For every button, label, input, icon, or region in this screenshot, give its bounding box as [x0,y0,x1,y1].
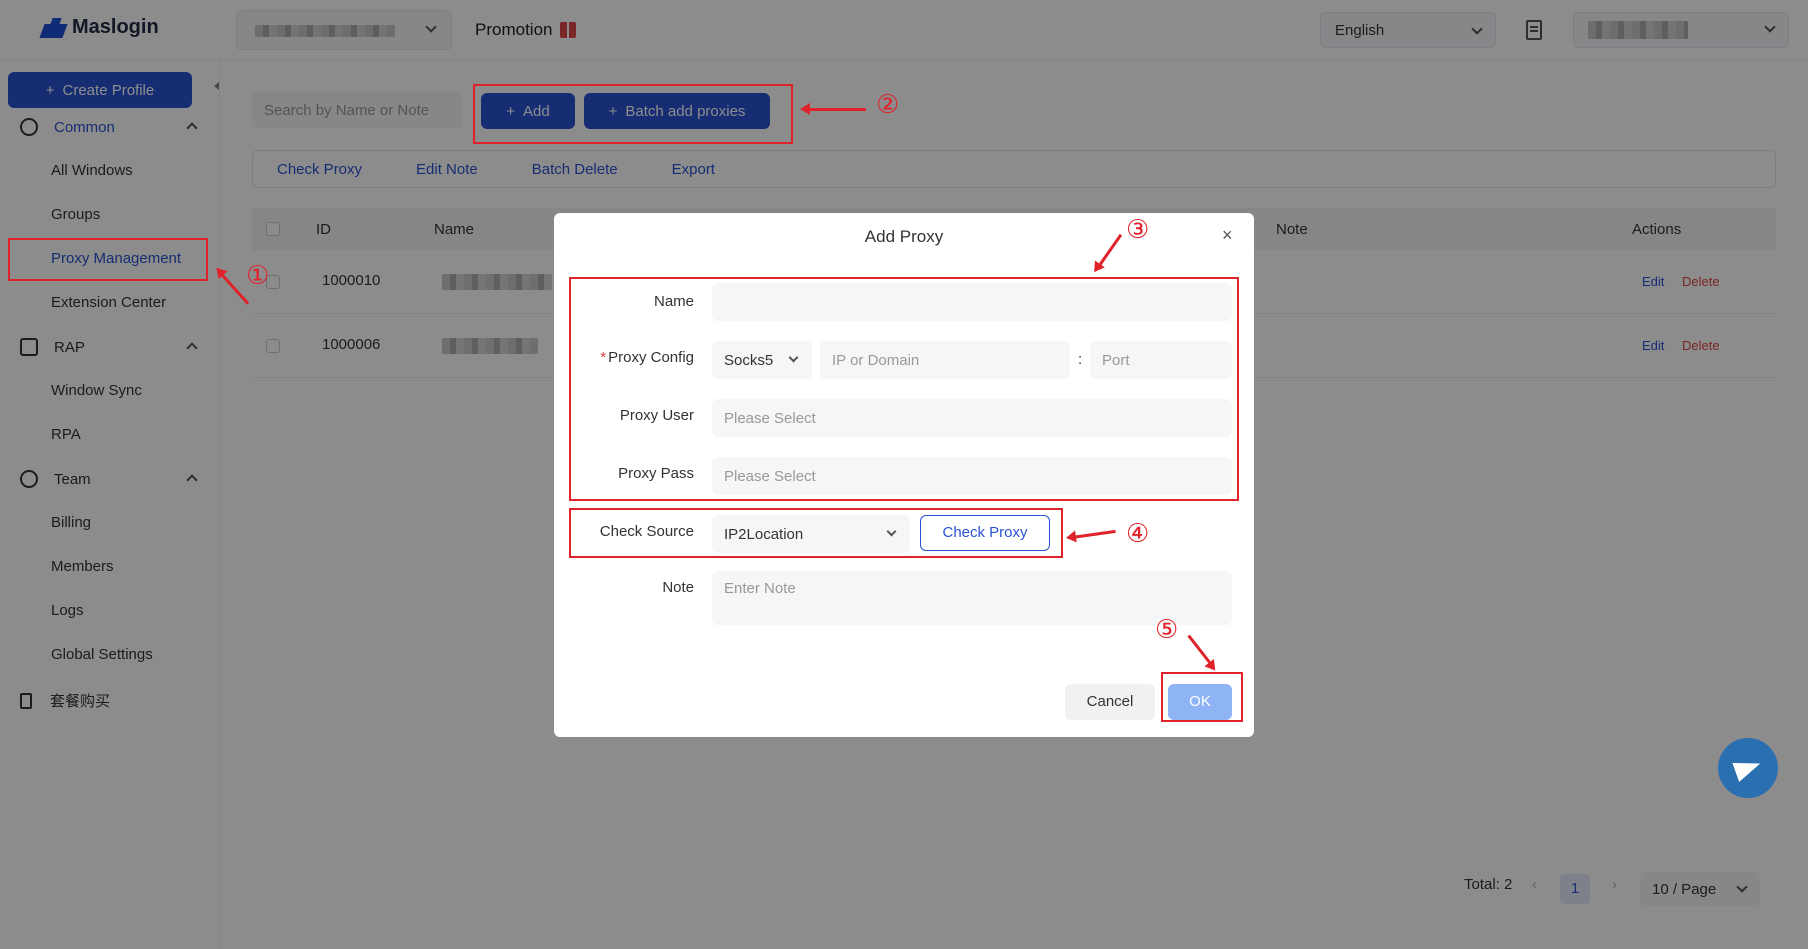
annotation-box-ok [1161,672,1243,722]
note-label: Note [662,579,694,596]
annotation-step-1: ① [246,260,270,290]
telegram-icon[interactable] [1718,738,1778,798]
annotation-step-3: ③ [1126,214,1150,244]
annotation-arrow-2 [800,103,866,115]
annotation-box-proxy-management [8,238,208,281]
annotation-step-2: ② [876,89,900,119]
note-textarea[interactable]: Enter Note [712,571,1232,625]
annotation-box-proxy-fields [569,277,1239,501]
cancel-button[interactable]: Cancel [1065,684,1155,720]
annotation-step-5: ⑤ [1155,614,1179,644]
close-icon[interactable]: × [1222,225,1233,246]
annotation-step-4: ④ [1126,518,1150,548]
annotation-box-add-buttons [473,84,793,144]
annotation-box-check-source [569,508,1063,558]
